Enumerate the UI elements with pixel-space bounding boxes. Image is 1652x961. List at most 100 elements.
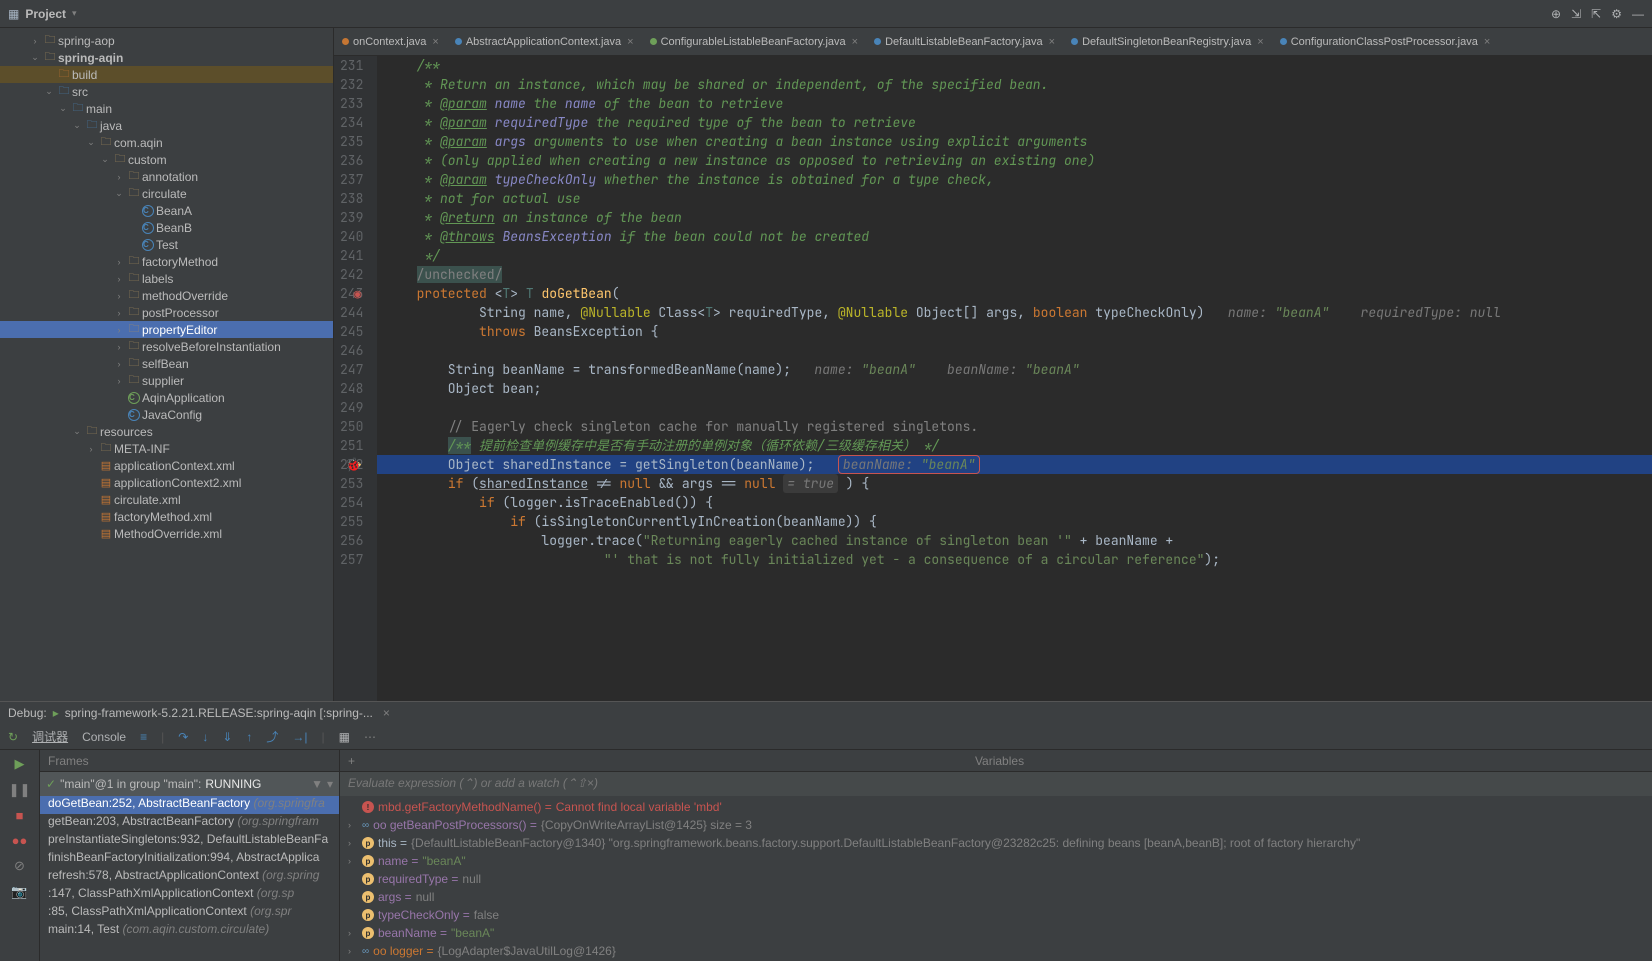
- chevron-icon[interactable]: ›: [348, 856, 358, 866]
- chevron-icon[interactable]: ⌄: [84, 137, 98, 148]
- override-icon[interactable]: ◉: [354, 284, 362, 303]
- minimize-icon[interactable]: —: [1632, 7, 1644, 21]
- variable-row[interactable]: p typeCheckOnly = false: [340, 906, 1652, 924]
- line-number[interactable]: 240: [340, 227, 363, 246]
- tree-item[interactable]: ▤applicationContext.xml: [0, 457, 333, 474]
- editor-tab[interactable]: ConfigurableListableBeanFactory.java×: [642, 28, 867, 55]
- resume-icon[interactable]: ▶: [15, 756, 25, 772]
- thread-selector[interactable]: ✓ "main"@1 in group "main": RUNNING ▼ ▾: [40, 772, 339, 796]
- line-number[interactable]: 235: [340, 132, 363, 151]
- line-number[interactable]: 256: [340, 531, 363, 550]
- close-icon[interactable]: ×: [432, 36, 438, 48]
- code-line[interactable]: /** 提前检查单例缓存中是否有手动注册的单例对象（循环依赖/三级缓存相关） *…: [377, 436, 1652, 455]
- tree-item[interactable]: ⌄🗀java: [0, 117, 333, 134]
- chevron-icon[interactable]: ›: [112, 257, 126, 267]
- force-step-into-icon[interactable]: ⇓: [222, 730, 232, 744]
- code-line[interactable]: Object sharedInstance = getSingleton(bea…: [377, 455, 1652, 474]
- line-number[interactable]: 245: [340, 322, 363, 341]
- pause-icon[interactable]: ❚❚: [9, 782, 31, 798]
- variable-row[interactable]: ›p name = "beanA": [340, 852, 1652, 870]
- chevron-icon[interactable]: ›: [112, 325, 126, 335]
- code-line[interactable]: throws BeansException {: [377, 322, 1652, 341]
- code-line[interactable]: * not for actual use: [377, 189, 1652, 208]
- debug-config-name[interactable]: spring-framework-5.2.21.RELEASE:spring-a…: [65, 706, 373, 720]
- project-tool-icon[interactable]: ▦: [8, 7, 19, 21]
- tree-item[interactable]: ›🗀postProcessor: [0, 304, 333, 321]
- line-number[interactable]: 236: [340, 151, 363, 170]
- code-line[interactable]: String name, @Nullable Class<T> required…: [377, 303, 1652, 322]
- chevron-icon[interactable]: ›: [112, 359, 126, 369]
- editor-tab[interactable]: onContext.java×: [334, 28, 447, 55]
- code-line[interactable]: */: [377, 246, 1652, 265]
- stack-frame[interactable]: preInstantiateSingletons:932, DefaultLis…: [40, 832, 339, 850]
- collapse-icon[interactable]: ⇱: [1591, 7, 1601, 21]
- tree-item[interactable]: ⌄🗀circulate: [0, 185, 333, 202]
- code-line[interactable]: if (sharedInstance != null && args == nu…: [377, 474, 1652, 493]
- tree-item[interactable]: ▤circulate.xml: [0, 491, 333, 508]
- line-number[interactable]: 238: [340, 189, 363, 208]
- code-line[interactable]: /**: [377, 56, 1652, 75]
- chevron-icon[interactable]: ›: [84, 444, 98, 454]
- code-line[interactable]: if (logger.isTraceEnabled()) {: [377, 493, 1652, 512]
- tree-item[interactable]: ›🗀supplier: [0, 372, 333, 389]
- chevron-icon[interactable]: ›: [348, 946, 358, 956]
- tree-item[interactable]: ›🗀resolveBeforeInstantiation: [0, 338, 333, 355]
- evaluate-icon[interactable]: ▦: [339, 730, 350, 744]
- stack-frame[interactable]: doGetBean:252, AbstractBeanFactory (org.…: [40, 796, 339, 814]
- code-line[interactable]: "' that is not fully initialized yet - a…: [377, 550, 1652, 569]
- chevron-icon[interactable]: ›: [112, 172, 126, 182]
- chevron-icon[interactable]: ›: [28, 36, 42, 46]
- editor-tab[interactable]: DefaultListableBeanFactory.java×: [866, 28, 1063, 55]
- chevron-icon[interactable]: ›: [112, 308, 126, 318]
- line-number[interactable]: 251: [340, 436, 363, 455]
- tree-item[interactable]: ›🗀methodOverride: [0, 287, 333, 304]
- step-into-icon[interactable]: ↓: [202, 730, 208, 744]
- chevron-icon[interactable]: ⌄: [112, 188, 126, 199]
- code-editor[interactable]: 231232233234235236237238239240241242243◉…: [334, 56, 1652, 701]
- line-number[interactable]: 254: [340, 493, 363, 512]
- tree-item[interactable]: CBeanB: [0, 219, 333, 236]
- variable-row[interactable]: p args = null: [340, 888, 1652, 906]
- tree-item[interactable]: ⌄🗀com.aqin: [0, 134, 333, 151]
- tree-item[interactable]: ›🗀selfBean: [0, 355, 333, 372]
- tree-item[interactable]: ›🗀labels: [0, 270, 333, 287]
- code-line[interactable]: if (isSingletonCurrentlyInCreation(beanN…: [377, 512, 1652, 531]
- view-breakpoints-icon[interactable]: ●●: [12, 833, 28, 848]
- chevron-icon[interactable]: ›: [112, 274, 126, 284]
- tree-item[interactable]: ›🗀annotation: [0, 168, 333, 185]
- tree-item[interactable]: ⌄🗀src: [0, 83, 333, 100]
- tree-item[interactable]: CBeanA: [0, 202, 333, 219]
- line-number[interactable]: 250: [340, 417, 363, 436]
- console-tab[interactable]: Console: [82, 730, 126, 744]
- chevron-icon[interactable]: ⌄: [70, 120, 84, 131]
- code-line[interactable]: * @return an instance of the bean: [377, 208, 1652, 227]
- editor-tab[interactable]: DefaultSingletonBeanRegistry.java×: [1063, 28, 1272, 55]
- chevron-icon[interactable]: ⌄: [70, 426, 84, 437]
- tree-item[interactable]: ▤MethodOverride.xml: [0, 525, 333, 542]
- code-line[interactable]: * Return an instance, which may be share…: [377, 75, 1652, 94]
- threads-icon[interactable]: ≡: [140, 730, 147, 744]
- camera-icon[interactable]: 📷: [11, 884, 27, 900]
- line-number[interactable]: 231: [340, 56, 363, 75]
- editor-tab[interactable]: ConfigurationClassPostProcessor.java×: [1272, 28, 1499, 55]
- tree-item[interactable]: ▤factoryMethod.xml: [0, 508, 333, 525]
- rerun-icon[interactable]: ↻: [8, 730, 18, 744]
- code-line[interactable]: /unchecked/: [377, 265, 1652, 284]
- line-number[interactable]: 237: [340, 170, 363, 189]
- dropdown-icon[interactable]: ▾: [72, 8, 77, 19]
- code-line[interactable]: * @param requiredType the required type …: [377, 113, 1652, 132]
- chevron-icon[interactable]: ⌄: [98, 154, 112, 165]
- variable-row[interactable]: p requiredType = null: [340, 870, 1652, 888]
- more-icon[interactable]: ⋯: [364, 730, 376, 744]
- tree-item[interactable]: 🗀build: [0, 66, 333, 83]
- tree-item[interactable]: ›🗀propertyEditor: [0, 321, 333, 338]
- variable-row[interactable]: ! mbd.getFactoryMethodName() = Cannot fi…: [340, 798, 1652, 816]
- chevron-icon[interactable]: ›: [348, 928, 358, 938]
- close-icon[interactable]: ×: [852, 36, 858, 48]
- line-number[interactable]: 232: [340, 75, 363, 94]
- code-line[interactable]: Object bean;: [377, 379, 1652, 398]
- chevron-icon[interactable]: ›: [112, 376, 126, 386]
- tree-item[interactable]: ▤applicationContext2.xml: [0, 474, 333, 491]
- stack-frame[interactable]: :85, ClassPathXmlApplicationContext (org…: [40, 904, 339, 922]
- line-number[interactable]: 241: [340, 246, 363, 265]
